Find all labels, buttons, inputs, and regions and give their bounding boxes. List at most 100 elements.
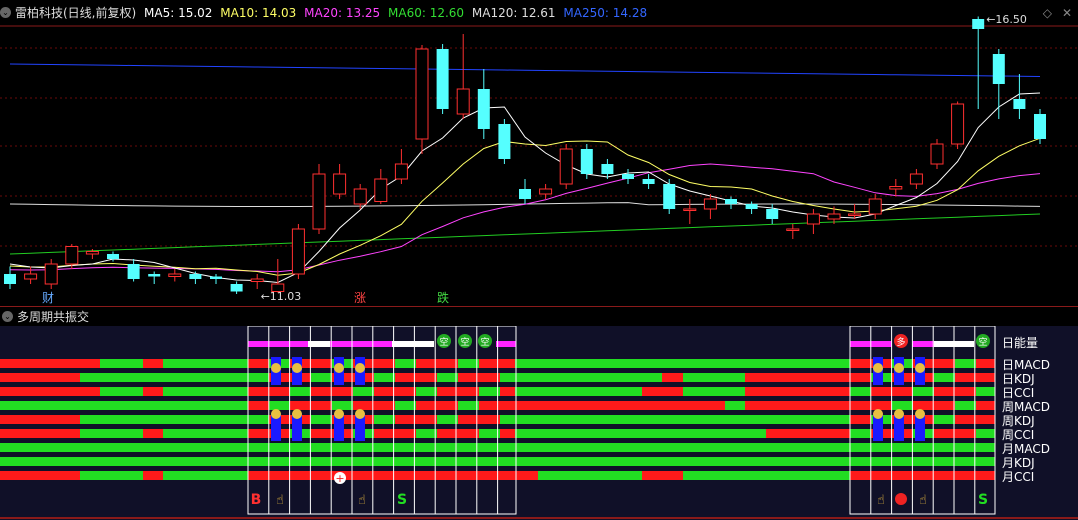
signal-bar [515, 471, 538, 480]
add-icon-glyph: + [335, 472, 344, 485]
candle-body [415, 48, 429, 140]
signal-bar [934, 429, 955, 438]
money-bag-icon [355, 363, 365, 373]
signal-bar [395, 401, 416, 410]
signal-bar [934, 359, 955, 368]
event-marker: 涨 [354, 290, 366, 305]
candle-body [312, 173, 326, 230]
candle [642, 174, 655, 189]
signal-bar [0, 471, 80, 480]
signal-bar [515, 387, 642, 396]
row-label: 月MACD [1002, 442, 1050, 456]
signal-bar [143, 387, 163, 396]
candle-body [909, 173, 923, 185]
candle-body [85, 251, 99, 255]
signal-bar [662, 373, 683, 382]
signal-bar [311, 401, 332, 410]
energy-badge-label: 空 [480, 336, 489, 348]
buy-signal-icon [895, 493, 907, 505]
row-label: 周CCI [1002, 428, 1034, 442]
candle-body [827, 213, 841, 220]
candle-body [333, 173, 347, 195]
signal-bar [80, 415, 248, 424]
signal-bar [976, 387, 995, 396]
trade-signal: S [978, 492, 988, 508]
signal-bar [0, 359, 100, 368]
signal-bar [437, 359, 458, 368]
candle [394, 149, 408, 184]
signal-bar [934, 387, 955, 396]
signal-bar [395, 387, 416, 396]
signal-bar [976, 429, 995, 438]
signal-bar [515, 415, 850, 424]
signal-bar [163, 359, 248, 368]
signal-bar [892, 401, 913, 410]
candle-body [498, 124, 511, 159]
resonance-panel[interactable]: 日能量日MACD日KDJ日CCI周MACD周KDJ周CCI月MACD月KDJ月C… [0, 326, 1078, 520]
candle-body [291, 228, 305, 275]
candle-body [127, 264, 140, 279]
row-label: 周KDJ [1002, 414, 1035, 428]
panel-title: 多周期共振交 [17, 310, 90, 324]
signal-bar [311, 387, 332, 396]
signal-bar [976, 401, 995, 410]
candle-body [642, 179, 655, 184]
candle [745, 201, 758, 214]
signal-bar [458, 359, 479, 368]
candle-body [436, 49, 449, 109]
signal-bar [458, 373, 479, 382]
signal-bar [500, 401, 515, 410]
signal-bar [311, 373, 332, 382]
trade-signal: B [251, 492, 262, 508]
candle [889, 179, 903, 197]
signal-bar [269, 401, 290, 410]
signal-bar [437, 401, 458, 410]
candle-body [189, 274, 202, 279]
money-bag-icon [292, 409, 302, 419]
candle [250, 274, 264, 289]
candle-body [889, 186, 903, 190]
signal-bar [955, 373, 976, 382]
signal-bar [766, 429, 850, 438]
signal-bar [538, 471, 642, 480]
candle [477, 69, 490, 139]
price-chart[interactable]: ←16.50 ←11.03 财 涨 跌 [0, 0, 1078, 306]
candle-body [663, 184, 676, 209]
energy-bar [308, 341, 330, 347]
hand-icon: ☝ [919, 493, 927, 508]
signal-bar [248, 401, 269, 410]
signal-bar [0, 401, 248, 410]
candle [559, 144, 573, 189]
money-bag-icon [271, 409, 281, 419]
signal-bar [955, 359, 976, 368]
energy-badge-label: 空 [460, 336, 469, 348]
signal-bar [515, 401, 725, 410]
signal-bar [500, 373, 515, 382]
collapse-icon[interactable]: ⌄ [2, 311, 13, 322]
signal-bar [0, 387, 100, 396]
candle-body [374, 178, 388, 202]
candle-body [972, 19, 985, 29]
signal-bar [248, 373, 269, 382]
signal-bar [479, 401, 500, 410]
money-bag-icon [873, 363, 883, 373]
money-bag-icon [334, 363, 344, 373]
candle [189, 271, 202, 284]
signal-bar [374, 415, 395, 424]
candle [210, 274, 222, 284]
signal-bar [745, 373, 850, 382]
signal-bar [290, 401, 311, 410]
signal-bar [416, 387, 437, 396]
candle [1034, 109, 1046, 144]
signal-bar [515, 373, 662, 382]
row-label: 日KDJ [1002, 372, 1035, 386]
signal-bar [871, 401, 892, 410]
candle [703, 194, 717, 219]
signal-bar [458, 401, 479, 410]
energy-bar [496, 341, 516, 347]
candle-body [24, 273, 38, 280]
signal-bar [934, 415, 955, 424]
candle [972, 16, 985, 109]
signal-bar [500, 415, 515, 424]
signal-bar [479, 359, 500, 368]
